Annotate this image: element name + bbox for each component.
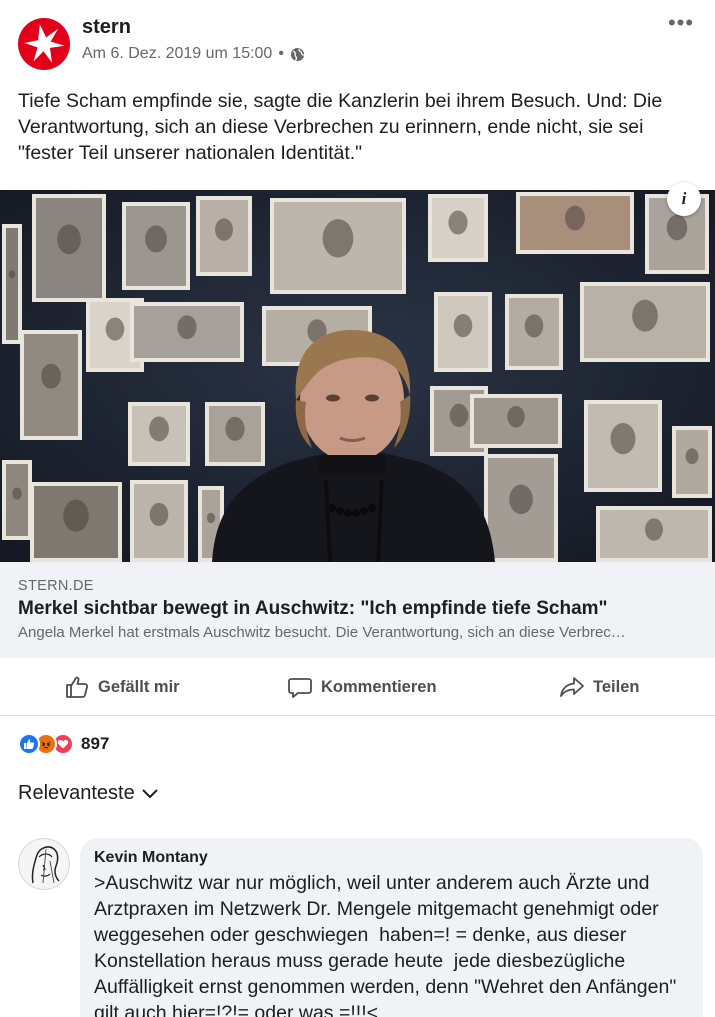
comment-button[interactable]: Kommentieren	[287, 658, 437, 716]
share-label: Teilen	[593, 677, 640, 696]
reactions-summary[interactable]: 897	[18, 732, 109, 756]
link-description: Angela Merkel hat erstmals Auschwitz bes…	[18, 624, 626, 641]
share-button[interactable]: Teilen	[559, 658, 639, 716]
photo-frame-face	[215, 218, 233, 241]
photo-frame-face	[12, 487, 22, 500]
photo-frame-face	[145, 225, 167, 253]
like-reaction-icon	[18, 733, 40, 755]
post-header: stern Am 6. Dez. 2019 um 15:00 • •••	[0, 0, 715, 80]
comment-icon	[288, 678, 312, 698]
photo-frame-face	[453, 314, 473, 338]
thumbs-up-icon	[66, 676, 89, 698]
commenter-avatar[interactable]	[18, 838, 70, 890]
comment-text: >Auschwitz war nur möglich, weil unter a…	[94, 872, 682, 1017]
like-button[interactable]: Gefällt mir	[64, 658, 180, 716]
photo-frame-face	[448, 210, 468, 235]
link-preview-card[interactable]: STERN.DE Merkel sichtbar bewegt in Ausch…	[0, 562, 715, 658]
comment-sort-dropdown[interactable]: Relevanteste	[18, 782, 159, 805]
reaction-count: 897	[81, 734, 110, 753]
post-author-name[interactable]: stern	[82, 16, 131, 39]
photo-frame-face	[177, 315, 197, 340]
photo-frame-face	[632, 299, 658, 332]
sketch-portrait-icon	[31, 846, 60, 884]
link-domain: STERN.DE	[18, 578, 94, 594]
comment-label: Kommentieren	[321, 677, 437, 696]
globe-icon[interactable]	[290, 47, 305, 62]
memorial-photo-wall-image	[0, 190, 715, 562]
photo-frame-face	[8, 270, 16, 279]
photo-frame-face	[565, 205, 585, 231]
photo-frame-face	[666, 214, 688, 241]
post-timestamp[interactable]: Am 6. Dez. 2019 um 15:00	[82, 45, 272, 63]
more-options-icon[interactable]: •••	[667, 12, 695, 36]
link-preview-image[interactable]	[0, 190, 715, 562]
post-action-bar: Gefällt mir Kommentieren Teilen	[0, 658, 715, 716]
photo-frame-face	[685, 448, 699, 465]
photo-frame-face	[322, 219, 354, 258]
photo-frame-face	[41, 363, 61, 389]
post-meta: Am 6. Dez. 2019 um 15:00 •	[82, 45, 305, 63]
photo-frame-face	[449, 403, 469, 427]
photo-frame-face	[645, 518, 663, 541]
share-icon	[560, 677, 584, 697]
photo-frame-face	[105, 317, 125, 341]
photo-frame-face	[206, 512, 216, 524]
photo-frame-face	[63, 499, 89, 532]
photo-frame-picture	[6, 464, 28, 536]
photo-frame-face	[524, 314, 544, 338]
photo-frame-face	[149, 502, 169, 527]
stern-logo-avatar[interactable]	[18, 18, 70, 70]
comment-sort-label: Relevanteste	[18, 782, 135, 804]
meta-separator: •	[278, 45, 284, 62]
info-icon[interactable]: i	[667, 182, 701, 216]
photo-frame-face	[507, 405, 525, 428]
chevron-down-icon	[142, 788, 158, 798]
post-text: Tiefe Scham empfinde sie, sagte die Kanz…	[18, 90, 663, 164]
photo-frame-face	[57, 224, 81, 255]
comment-author[interactable]: Kevin Montany	[94, 849, 689, 867]
like-label: Gefällt mir	[98, 677, 180, 696]
photo-frame-face	[149, 416, 169, 442]
photo-frame-face	[225, 416, 245, 441]
photo-frame-picture	[6, 228, 18, 340]
photo-frame-face	[509, 484, 533, 515]
photo-frame-face	[610, 423, 636, 455]
comment-bubble[interactable]: Kevin Montany >Auschwitz war nur möglich…	[80, 838, 703, 1017]
link-title[interactable]: Merkel sichtbar bewegt in Auschwitz: "Ic…	[18, 598, 697, 620]
stern-star-icon	[24, 24, 65, 63]
